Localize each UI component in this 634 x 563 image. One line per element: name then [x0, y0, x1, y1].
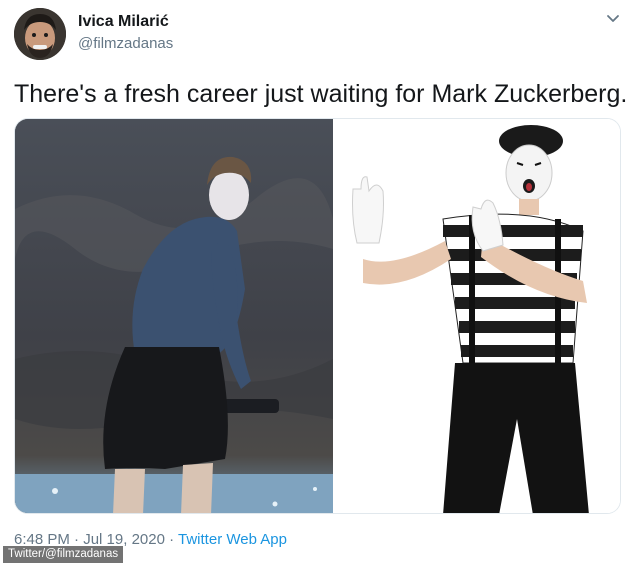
avatar-photo	[14, 8, 66, 60]
mime-costume-photo[interactable]	[333, 119, 620, 513]
author-handle[interactable]: @filmzadanas	[78, 35, 173, 52]
tweet-card: Ivica Milarić @filmzadanas There's a fre…	[0, 0, 634, 563]
image-credit-watermark: Twitter/@filmzadanas	[3, 546, 124, 563]
chevron-down-icon	[607, 15, 619, 22]
tweet-source-link[interactable]: Twitter Web App	[178, 531, 287, 548]
tweet-text: There's a fresh career just waiting for …	[14, 80, 628, 108]
avatar[interactable]	[14, 8, 66, 60]
tweet-media[interactable]	[14, 118, 621, 514]
author-name[interactable]: Ivica Milarić	[78, 13, 169, 31]
meta-separator: ·	[164, 531, 179, 548]
tweet-menu-button[interactable]	[604, 10, 622, 28]
person-paddleboarding-photo[interactable]	[15, 119, 333, 513]
